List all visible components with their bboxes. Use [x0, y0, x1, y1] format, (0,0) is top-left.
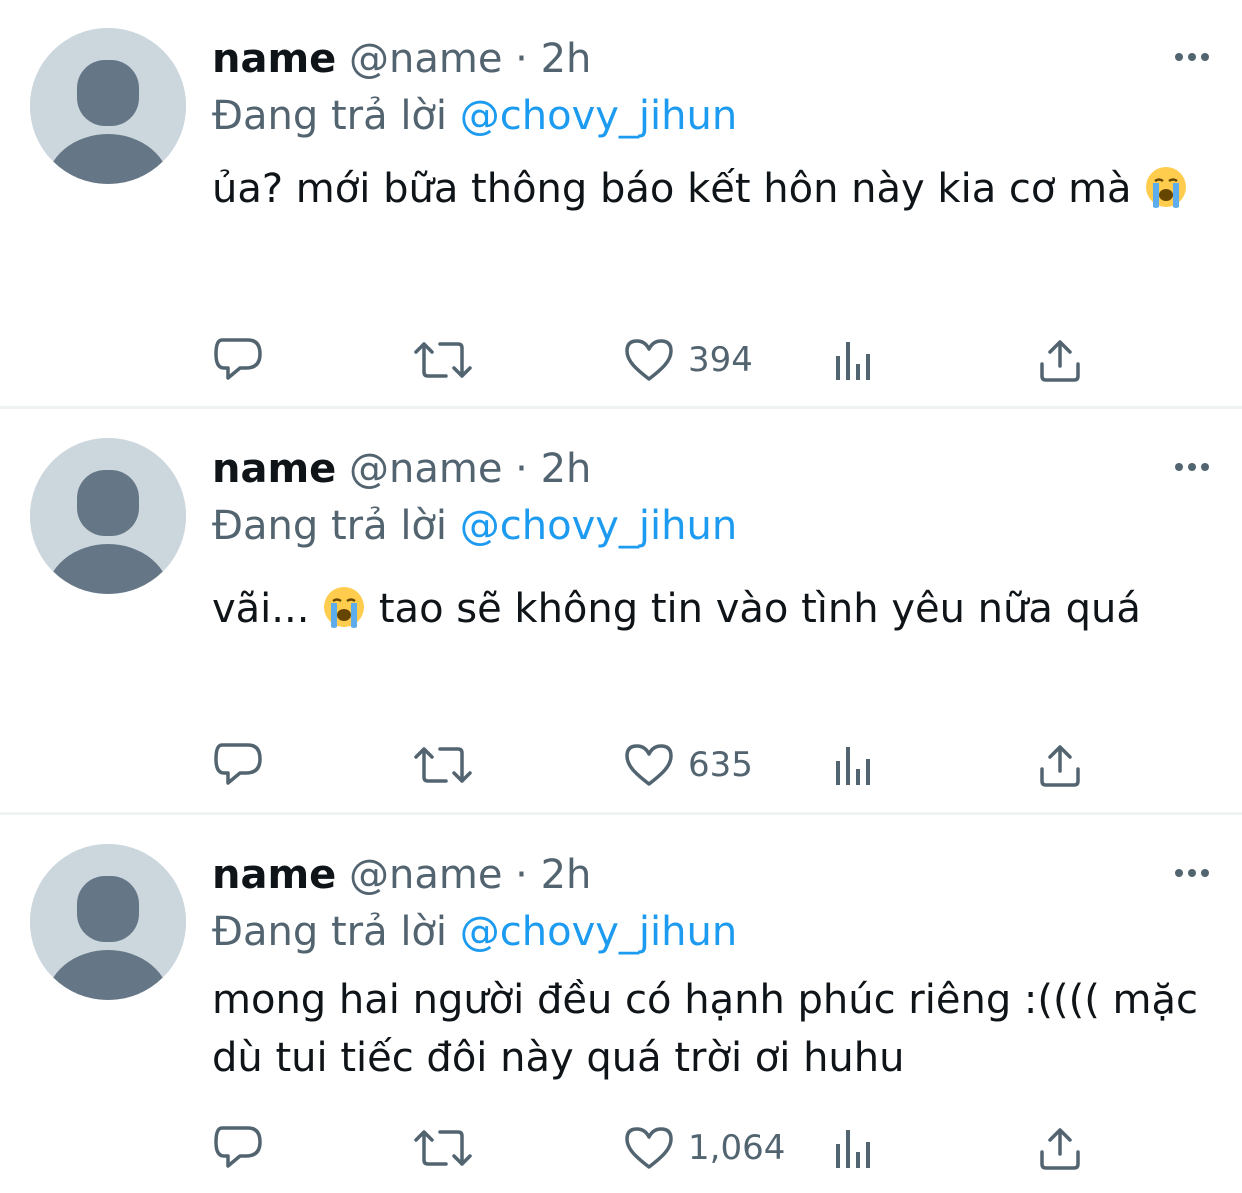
retweet-button[interactable] — [412, 735, 474, 795]
replying-to-label: Đang trả lời — [212, 93, 448, 139]
tweet[interactable]: name @name · 2h Đang trả lời @chovy_jihu… — [0, 816, 1242, 1193]
reply-button[interactable] — [212, 1118, 264, 1178]
user-handle[interactable]: @name — [349, 36, 502, 82]
reply-bubble-icon — [214, 1126, 262, 1168]
divider — [0, 406, 1242, 409]
mention-link[interactable]: @chovy_jihun — [460, 93, 737, 139]
display-name[interactable]: name — [212, 36, 336, 82]
heart-icon — [625, 1127, 673, 1169]
more-dots-icon — [1175, 463, 1209, 471]
tweet-text: ủa? mới bữa thông báo kết hôn này kia cơ… — [212, 160, 1202, 218]
tweet-text-part: tao sẽ không tin vào tình yêu nữa quá — [366, 586, 1141, 632]
tweet-header: name @name · 2h — [212, 444, 591, 494]
timestamp[interactable]: 2h — [541, 36, 592, 82]
more-button[interactable] — [1172, 42, 1212, 72]
retweet-icon — [414, 1130, 472, 1166]
retweet-icon — [414, 747, 472, 783]
like-count: 1,064 — [688, 1128, 786, 1168]
loudly-crying-face-icon — [1144, 165, 1188, 209]
heart-icon — [625, 744, 673, 786]
action-bar: 1,064 — [212, 1118, 1112, 1178]
like-count: 635 — [688, 745, 753, 785]
share-button[interactable] — [1037, 330, 1083, 390]
action-bar: 394 — [212, 330, 1112, 390]
divider — [0, 812, 1242, 815]
tweet-text-part: mong hai người đều có hạnh phúc riêng :(… — [212, 977, 1199, 1081]
like-button[interactable]: 635 — [624, 735, 753, 795]
like-button[interactable]: 394 — [624, 330, 753, 390]
tweet-header: name @name · 2h — [212, 850, 591, 900]
replying-to-line: Đang trả lời @chovy_jihun — [212, 501, 737, 551]
tweet[interactable]: name @name · 2h Đang trả lời @chovy_jihu… — [0, 0, 1242, 406]
replying-to-line: Đang trả lời @chovy_jihun — [212, 91, 737, 141]
tweet-text-part: vãi... — [212, 586, 323, 632]
user-handle[interactable]: @name — [349, 446, 502, 492]
retweet-button[interactable] — [412, 1118, 474, 1178]
mention-link[interactable]: @chovy_jihun — [460, 503, 737, 549]
default-avatar-icon — [30, 438, 186, 594]
default-avatar-icon — [30, 844, 186, 1000]
reply-button[interactable] — [212, 735, 264, 795]
share-button[interactable] — [1037, 735, 1083, 795]
more-dots-icon — [1175, 53, 1209, 61]
loudly-crying-face-icon — [322, 585, 366, 629]
reply-button[interactable] — [212, 330, 264, 390]
avatar[interactable] — [30, 438, 186, 594]
like-button[interactable]: 1,064 — [624, 1118, 785, 1178]
views-button[interactable] — [832, 330, 876, 390]
reply-feed: name @name · 2h Đang trả lời @chovy_jihu… — [0, 0, 1242, 1193]
views-button[interactable] — [832, 1118, 876, 1178]
tweet[interactable]: name @name · 2h Đang trả lời @chovy_jihu… — [0, 410, 1242, 812]
action-bar: 635 — [212, 735, 1112, 795]
views-button[interactable] — [832, 735, 876, 795]
reply-bubble-icon — [214, 338, 262, 380]
more-button[interactable] — [1172, 452, 1212, 482]
separator-dot: · — [515, 446, 528, 492]
tweet-text-part: ủa? mới bữa thông báo kết hôn này kia cơ… — [212, 166, 1145, 212]
timestamp[interactable]: 2h — [541, 852, 592, 898]
reply-bubble-icon — [214, 743, 262, 785]
share-icon — [1040, 340, 1080, 382]
display-name[interactable]: name — [212, 446, 336, 492]
user-handle[interactable]: @name — [349, 852, 502, 898]
avatar[interactable] — [30, 844, 186, 1000]
replying-to-label: Đang trả lời — [212, 909, 448, 955]
replying-to-label: Đang trả lời — [212, 503, 448, 549]
more-dots-icon — [1175, 869, 1209, 877]
views-chart-icon — [836, 747, 870, 785]
more-button[interactable] — [1172, 858, 1212, 888]
tweet-text: mong hai người đều có hạnh phúc riêng :(… — [212, 971, 1202, 1087]
heart-icon — [625, 339, 673, 381]
retweet-button[interactable] — [412, 330, 474, 390]
like-count: 394 — [688, 340, 753, 380]
share-icon — [1040, 745, 1080, 787]
separator-dot: · — [515, 852, 528, 898]
share-button[interactable] — [1037, 1118, 1083, 1178]
retweet-icon — [414, 342, 472, 378]
separator-dot: · — [515, 36, 528, 82]
tweet-header: name @name · 2h — [212, 34, 591, 84]
views-chart-icon — [836, 1130, 870, 1168]
views-chart-icon — [836, 342, 870, 380]
mention-link[interactable]: @chovy_jihun — [460, 909, 737, 955]
tweet-text: vãi... tao sẽ không tin vào tình yêu nữa… — [212, 580, 1202, 638]
replying-to-line: Đang trả lời @chovy_jihun — [212, 907, 737, 957]
display-name[interactable]: name — [212, 852, 336, 898]
timestamp[interactable]: 2h — [541, 446, 592, 492]
avatar[interactable] — [30, 28, 186, 184]
default-avatar-icon — [30, 28, 186, 184]
share-icon — [1040, 1128, 1080, 1170]
